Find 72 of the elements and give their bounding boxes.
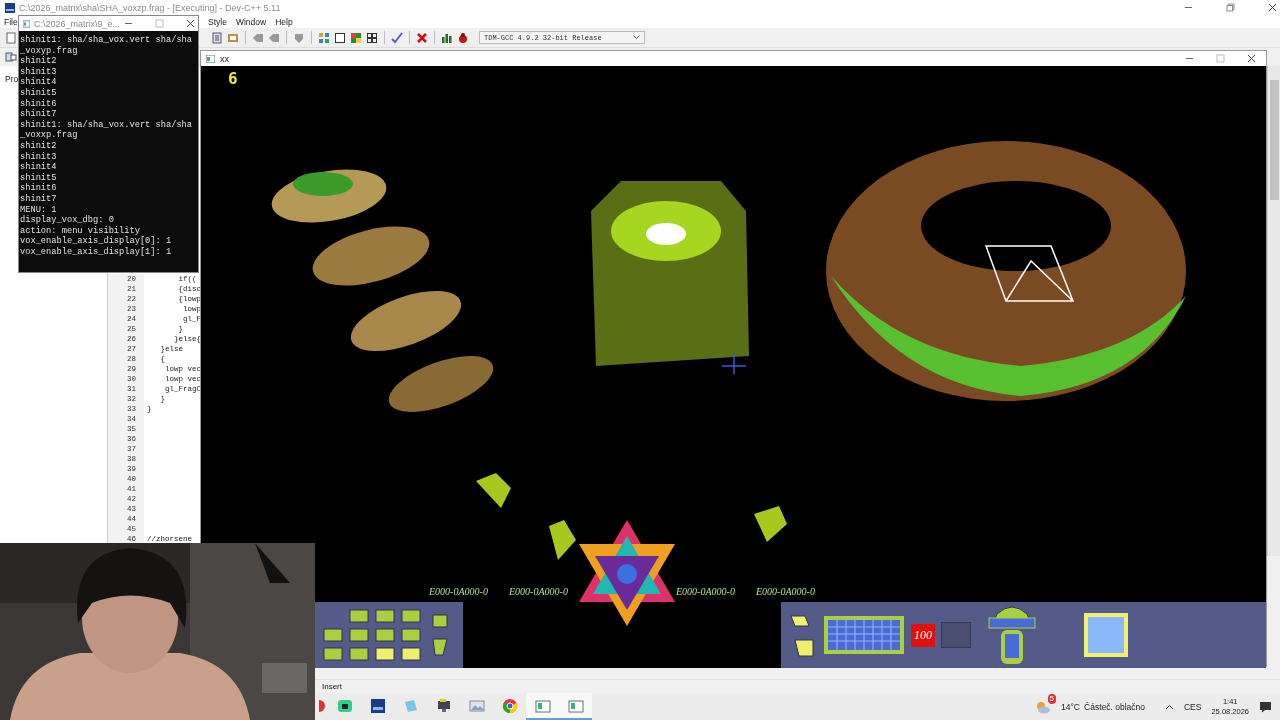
terminal-icon[interactable] bbox=[336, 697, 353, 714]
console-line: _voxyp.frag bbox=[20, 45, 79, 56]
grid-icon[interactable] bbox=[366, 31, 378, 44]
window-icon bbox=[206, 54, 215, 63]
map-square-drawing bbox=[1083, 612, 1129, 658]
console-line: shinit3 bbox=[20, 151, 58, 162]
image-icon[interactable] bbox=[468, 697, 485, 714]
app-icon bbox=[5, 2, 15, 13]
console-line: shinit3 bbox=[20, 66, 58, 77]
console-line: shinit5 bbox=[20, 87, 58, 99]
console-line: vox_enable_axis_display[0]: 1 bbox=[20, 236, 173, 247]
menu-item[interactable]: Style bbox=[208, 16, 227, 27]
console-line: shinit1: sha/sha_vox.vert sha/sha bbox=[20, 119, 194, 130]
film-icon[interactable] bbox=[227, 31, 239, 44]
console-line: shinit5 bbox=[20, 172, 58, 183]
monitor-icon[interactable] bbox=[435, 697, 452, 714]
console-line: shinit6 bbox=[20, 183, 58, 194]
close-icon[interactable] bbox=[1247, 54, 1256, 63]
dev-cpp-icon[interactable] bbox=[369, 697, 386, 714]
scrollbar[interactable] bbox=[1267, 66, 1280, 556]
close-icon[interactable] bbox=[1268, 3, 1277, 12]
check-icon[interactable] bbox=[391, 31, 403, 44]
close-icon[interactable] bbox=[186, 19, 195, 28]
empty-slot bbox=[941, 622, 971, 648]
delete-icon[interactable] bbox=[416, 31, 428, 44]
temperature: 14°C bbox=[1061, 701, 1080, 712]
project-tab[interactable]: Pro bbox=[5, 74, 19, 84]
bar-chart-icon[interactable] bbox=[441, 31, 453, 44]
console-line: display_vox_dbg: 0 bbox=[20, 215, 115, 226]
console-line: _voxxp.frag bbox=[20, 130, 79, 141]
console-line: shinit1: sha/sha_vox.vert sha/sha bbox=[20, 35, 194, 46]
console-line: MENU: 1 bbox=[20, 204, 58, 215]
console-line: shinit7 bbox=[20, 193, 58, 205]
new-file-icon[interactable] bbox=[5, 31, 17, 44]
console-line: shinit6 bbox=[20, 98, 58, 109]
palette-icon[interactable] bbox=[350, 31, 362, 44]
console-line: shinit4 bbox=[20, 162, 58, 173]
caret-icon bbox=[633, 35, 640, 40]
console-line: vox_enable_axis_display[1]: 1 bbox=[20, 246, 173, 258]
counter-text: E000-0A000-0 bbox=[756, 586, 816, 597]
restore-icon[interactable] bbox=[1226, 3, 1235, 12]
console-line: action: menu visibility bbox=[20, 225, 141, 236]
menu-item[interactable]: Help bbox=[275, 16, 293, 27]
counter-text: E000-0A000-0 bbox=[676, 586, 736, 597]
document-icon[interactable] bbox=[211, 31, 223, 44]
status-text: Insert bbox=[322, 682, 342, 691]
notification-icon[interactable] bbox=[1259, 700, 1272, 713]
forward-icon[interactable] bbox=[268, 31, 280, 44]
notification-badge: 5 bbox=[1047, 693, 1056, 704]
window-title: xx bbox=[220, 53, 229, 64]
chevron-up-icon[interactable] bbox=[1164, 703, 1174, 710]
console-line: shinit7 bbox=[20, 109, 58, 120]
menu-item[interactable]: Window bbox=[235, 16, 267, 27]
health-counter: 100 bbox=[911, 623, 935, 647]
console-line: shinit2 bbox=[20, 140, 58, 152]
console-line: shinit2 bbox=[20, 56, 58, 67]
class-icon[interactable] bbox=[5, 51, 17, 63]
window-icon[interactable] bbox=[334, 31, 346, 44]
weather-condition: Částeč. oblačno bbox=[1084, 701, 1145, 712]
bug-icon[interactable] bbox=[457, 31, 469, 44]
counter-text: E000-0A000-0 bbox=[509, 586, 569, 597]
window-title: C:\2026_matrix\sha\SHA_voxzp.frag - [Executing] - Dev-C++ 5.11 bbox=[19, 2, 281, 13]
console-icon bbox=[23, 19, 30, 28]
menu-item[interactable]: File bbox=[4, 16, 18, 27]
language-indicator[interactable]: CES bbox=[1183, 701, 1202, 712]
counter-text: E000-0A000-0 bbox=[429, 586, 489, 597]
record-icon[interactable] bbox=[318, 699, 325, 712]
console-line: shinit4 bbox=[20, 77, 58, 88]
browser-icon[interactable] bbox=[501, 697, 518, 714]
back-icon[interactable] bbox=[252, 31, 264, 44]
window-title: C:\2026_matrix\9_e... bbox=[33, 18, 120, 29]
tiles-icon[interactable] bbox=[318, 31, 330, 44]
